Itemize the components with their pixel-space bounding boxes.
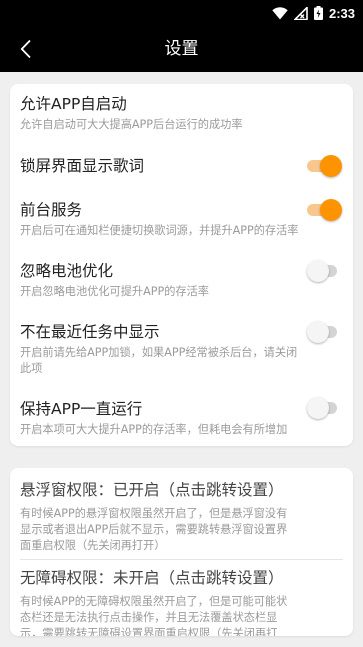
permission-label: 悬浮窗权限：已开启（点击跳转设置） xyxy=(20,481,284,499)
permission-description-line: 态栏还是无法执行点击操作，并且无法覆盖状态栏显 xyxy=(20,611,278,624)
setting-label: 锁屏界面显示歌词 xyxy=(20,157,145,175)
permission-description-line: 有时候APP的无障碍权限虽然开启了，但是可能可能状 xyxy=(20,595,288,608)
ignore-battery-toggle[interactable] xyxy=(307,259,341,283)
setting-keep-running[interactable]: 保持APP一直运行 开启本项可大大提升APP的存活率，但耗电会有所增加 xyxy=(20,399,343,438)
settings-card: 允许APP自启动 允许自启动可大大提高APP后台运行的成功率 锁屏界面显示歌词 … xyxy=(10,84,353,446)
setting-foreground-service[interactable]: 前台服务 开启后可在通知栏便捷切换歌词源，并提升APP的存活率 xyxy=(20,200,343,239)
setting-label: 前台服务 xyxy=(20,201,83,219)
hide-recents-toggle[interactable] xyxy=(307,320,341,344)
setting-ignore-battery[interactable]: 忽略电池优化 开启忽略电池优化可提升APP的存活率 xyxy=(20,261,343,300)
cellular-no-signal-icon xyxy=(293,6,308,20)
toggle-knob xyxy=(307,260,329,282)
permission-label: 无障碍权限：未开启（点击跳转设置） xyxy=(20,569,284,587)
setting-lockscreen-lyrics[interactable]: 锁屏界面显示歌词 xyxy=(20,156,343,176)
setting-auto-start[interactable]: 允许APP自启动 允许自启动可大大提高APP后台运行的成功率 xyxy=(20,94,343,133)
toggle-knob xyxy=(320,155,342,177)
setting-description: 开启忽略电池优化可提升APP的存活率 xyxy=(20,285,209,298)
toggle-knob xyxy=(307,397,329,419)
status-bar: 2:33 xyxy=(0,0,363,26)
setting-description: 允许自启动可大大提高APP后台运行的成功率 xyxy=(20,118,243,131)
setting-description: 开启本项可大大提升APP的存活率，但耗电会有所增加 xyxy=(20,423,288,436)
keep-running-toggle[interactable] xyxy=(307,396,341,420)
overlay-permission-item[interactable]: 悬浮窗权限：已开启（点击跳转设置） 有时候APP的悬浮窗权限虽然开启了，但是悬浮… xyxy=(20,480,343,554)
setting-label: 不在最近任务中显示 xyxy=(20,323,160,341)
setting-description-line: 此项 xyxy=(20,362,43,375)
permission-description-line: 显示或者退出APP后就不显示，需要跳转悬浮窗设置界 xyxy=(20,523,288,536)
app-bar: 设置 xyxy=(0,26,363,72)
divider xyxy=(20,559,343,560)
permission-description-line: 有时候APP的悬浮窗权限虽然开启了，但是悬浮窗没有 xyxy=(20,507,288,520)
permission-description: 有时候APP的无障碍权限虽然开启了，但是可能可能状 态栏还是无法执行点击操作，并… xyxy=(20,594,343,636)
foreground-service-toggle[interactable] xyxy=(307,198,342,222)
permission-description: 有时候APP的悬浮窗权限虽然开启了，但是悬浮窗没有 显示或者退出APP后就不显示… xyxy=(20,506,343,554)
permission-description-line: 面重启权限（先关闭再打开） xyxy=(20,539,166,552)
toggle-knob xyxy=(307,321,329,343)
battery-charging-icon xyxy=(313,6,323,20)
wifi-icon xyxy=(272,6,288,20)
accessibility-permission-item[interactable]: 无障碍权限：未开启（点击跳转设置） 有时候APP的无障碍权限虽然开启了，但是可能… xyxy=(20,568,343,636)
toggle-knob xyxy=(320,199,342,221)
setting-label: 忽略电池优化 xyxy=(20,262,114,280)
setting-description: 开启前请先给APP加锁，如果APP经常被杀后台，请关闭 此项 xyxy=(20,345,343,377)
setting-label: 允许APP自启动 xyxy=(20,95,127,113)
permissions-card: 悬浮窗权限：已开启（点击跳转设置） 有时候APP的悬浮窗权限虽然开启了，但是悬浮… xyxy=(10,468,353,636)
status-time: 2:33 xyxy=(328,5,355,21)
setting-label: 保持APP一直运行 xyxy=(20,400,143,418)
setting-description: 开启后可在通知栏便捷切换歌词源，并提升APP的存活率 xyxy=(20,224,299,237)
setting-description-line: 开启前请先给APP加锁，如果APP经常被杀后台，请关闭 xyxy=(20,346,298,359)
lockscreen-lyrics-toggle[interactable] xyxy=(307,154,342,178)
permission-description-line: 示，需要跳转无障碍设置界面重启权限（先关闭再打 xyxy=(20,627,278,636)
setting-hide-recents[interactable]: 不在最近任务中显示 开启前请先给APP加锁，如果APP经常被杀后台，请关闭 此项 xyxy=(20,322,343,377)
page-title: 设置 xyxy=(164,39,199,59)
